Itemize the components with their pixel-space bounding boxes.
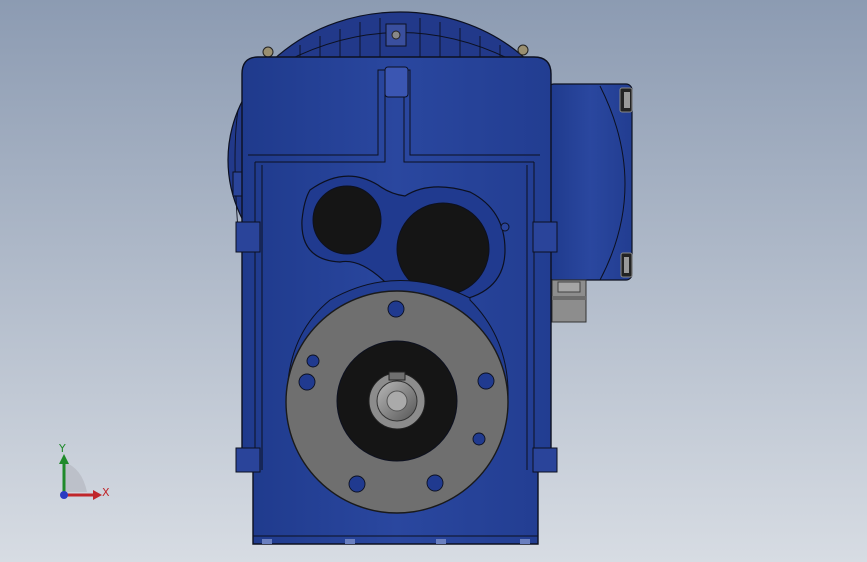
gearmotor-model-view[interactable] bbox=[0, 0, 867, 562]
y-axis-label: Y bbox=[59, 442, 66, 455]
triad-origin-icon bbox=[60, 491, 68, 499]
x-axis-label: X bbox=[102, 486, 110, 499]
input-shaft-bore bbox=[312, 185, 382, 255]
axis-triad: Y X bbox=[40, 440, 120, 510]
triad-plane-icon bbox=[64, 462, 87, 492]
output-flange bbox=[285, 280, 509, 514]
graphics-viewport[interactable]: Y X bbox=[0, 0, 867, 562]
